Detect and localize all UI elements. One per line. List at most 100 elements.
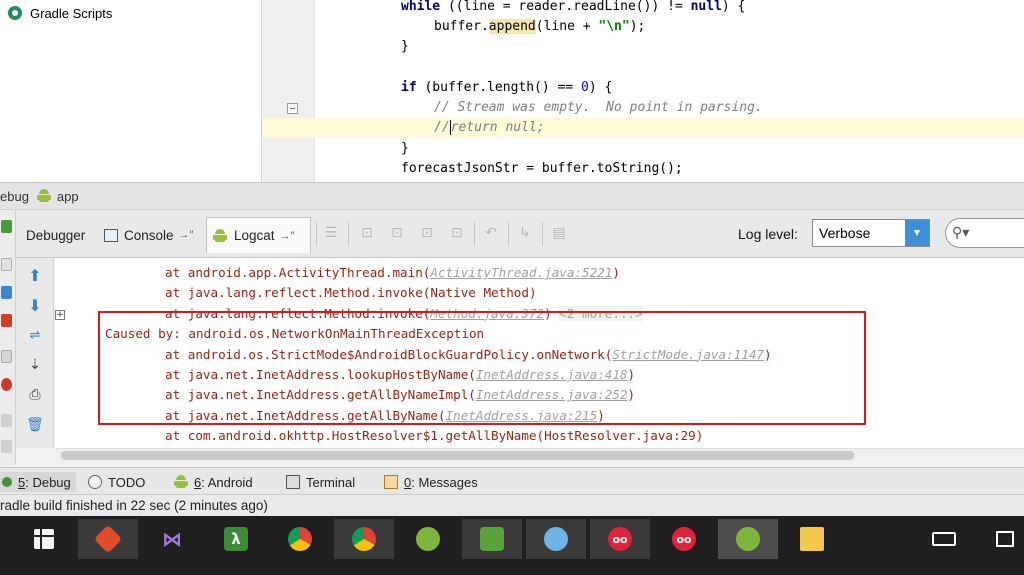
pin-icon[interactable]: →″ xyxy=(280,230,295,242)
tool-tab-android[interactable]: 6 : Android xyxy=(174,472,253,492)
soft-wrap-icon[interactable]: ⇌ xyxy=(24,324,46,346)
tool-tab-messages[interactable]: 0 : Messages xyxy=(384,472,478,492)
tab-debugger[interactable]: Debugger xyxy=(20,217,91,253)
scroll-to-end-icon[interactable]: ⇣ xyxy=(24,354,46,376)
log-text: ) xyxy=(627,367,636,382)
source-link[interactable]: Method.java:372 xyxy=(430,306,544,321)
resume-icon[interactable] xyxy=(1,220,12,233)
log-text: ) xyxy=(544,305,560,321)
tab-console[interactable]: Console →″ xyxy=(98,217,199,253)
app-grid-icon xyxy=(34,529,54,549)
drop-frame-icon[interactable]: ↶ xyxy=(482,224,500,242)
stacktrace-line[interactable]: at android.app.ActivityThread.main(Activ… xyxy=(55,263,1024,283)
tool-tab-debug-label: : Debug xyxy=(25,474,71,490)
log-text: at java.net.InetAddress.getAllByNameImpl… xyxy=(165,387,476,403)
taskbar-git[interactable] xyxy=(78,519,138,559)
debug-tabs-bar: Debugger Console →″ Logcat →″ ☰ ⊡ ⊡ ⊡ ⊡ … xyxy=(16,210,1024,258)
logcat-search-input[interactable]: ⚲▾ xyxy=(945,218,1024,248)
taskbar-start-grid[interactable] xyxy=(14,519,74,559)
stacktrace-line[interactable]: at com.android.okhttp.HostResolver$1.get… xyxy=(55,426,1024,446)
step-out-icon[interactable]: ⊡ xyxy=(448,224,466,242)
notifications-button[interactable] xyxy=(986,519,1024,559)
stacktrace-line[interactable]: at java.net.InetAddress.getAllByName(Ine… xyxy=(55,406,1024,426)
arrow-up-icon[interactable]: ⬆ xyxy=(24,264,46,286)
taskbar-lambda-app[interactable]: λ xyxy=(206,519,266,559)
show-execution-point-icon[interactable]: ☰ xyxy=(322,224,340,242)
code-line[interactable]: forecastJsonStr = buffer.toString(); xyxy=(315,159,1024,179)
logcat-output[interactable]: + at android.app.ActivityThread.main(Act… xyxy=(55,258,1024,448)
more-frames-toggle[interactable]: <2 more...> xyxy=(559,305,643,321)
taskbar-flickr-2[interactable]: oo xyxy=(654,519,714,559)
code-line[interactable] xyxy=(315,57,1024,77)
mute-breakpoints-icon[interactable] xyxy=(1,378,12,391)
taskbar-flickr-1[interactable]: oo xyxy=(590,519,650,559)
caused-by-line[interactable]: Caused by: android.os.NetworkOnMainThrea… xyxy=(55,324,1024,344)
log-text: at java.lang.reflect.Method.invoke( xyxy=(165,305,431,321)
project-item-gradle-scripts[interactable]: Gradle Scripts xyxy=(8,4,112,22)
taskbar-paint[interactable] xyxy=(526,519,586,559)
tool-tab-debug[interactable]: 5 : Debug xyxy=(0,472,76,492)
chevron-down-icon[interactable]: ▼ xyxy=(905,220,929,246)
bug-icon xyxy=(2,477,12,487)
taskbar-file-explorer[interactable] xyxy=(782,519,842,559)
log-text: at android.app.ActivityThread.main( xyxy=(165,265,431,280)
force-step-into-icon[interactable]: ⊡ xyxy=(418,224,436,242)
code-editor[interactable]: while ((line = reader.readLine()) != nul… xyxy=(263,0,1024,182)
pin-icon[interactable]: →″ xyxy=(179,229,194,241)
tool-tab-terminal[interactable]: Terminal xyxy=(286,472,355,492)
tool-tab-messages-number: 0 xyxy=(404,474,412,490)
tab-debugger-label: Debugger xyxy=(26,227,86,243)
scrollbar-thumb[interactable] xyxy=(61,451,854,460)
fold-toggle-icon[interactable] xyxy=(287,103,298,114)
evaluate-expression-icon[interactable]: ▤ xyxy=(550,224,568,242)
settings-icon[interactable] xyxy=(1,414,12,427)
toolbar-separator xyxy=(316,222,317,246)
source-link[interactable]: ActivityThread.java:5221 xyxy=(430,265,612,280)
code-token: ((line = reader.readLine()) != xyxy=(440,0,691,14)
taskbar-evernote[interactable] xyxy=(462,519,522,559)
source-link[interactable]: InetAddress.java:252 xyxy=(476,387,628,402)
status-message: radle build finished in 22 sec (2 minute… xyxy=(0,498,268,513)
stacktrace-line[interactable]: at android.os.StrictMode$AndroidBlockGua… xyxy=(55,345,1024,365)
taskbar-android-studio-active[interactable] xyxy=(718,519,778,559)
horizontal-scrollbar[interactable] xyxy=(55,448,1024,462)
run-config-name: app xyxy=(56,188,79,204)
code-line[interactable]: buffer.append(line + "\n"); xyxy=(315,17,1024,37)
log-level-dropdown[interactable]: Verbose ▼ xyxy=(812,219,930,247)
taskbar-visual-studio[interactable]: ⋈ xyxy=(142,519,202,559)
paint-icon xyxy=(544,527,568,551)
pin-icon[interactable] xyxy=(1,440,12,453)
touch-keyboard-button[interactable] xyxy=(924,519,964,559)
view-breakpoints-icon[interactable] xyxy=(1,350,12,363)
code-line[interactable]: //return null; xyxy=(263,118,1024,138)
taskbar-android-studio[interactable] xyxy=(398,519,458,559)
source-link[interactable]: StrictMode.java:1147 xyxy=(612,347,764,362)
code-line[interactable]: while ((line = reader.readLine()) != nul… xyxy=(315,0,1024,17)
run-to-cursor-icon[interactable]: ↳ xyxy=(516,224,534,242)
pause-icon[interactable] xyxy=(1,258,12,271)
source-link[interactable]: InetAddress.java:418 xyxy=(476,367,628,382)
code-line[interactable]: } xyxy=(315,37,1024,57)
stacktrace-line[interactable]: at java.net.InetAddress.getAllByNameImpl… xyxy=(55,385,1024,405)
clear-logcat-icon[interactable]: 🗑 xyxy=(24,414,46,436)
step-over-icon[interactable]: ⊡ xyxy=(358,224,376,242)
stacktrace-line[interactable]: at java.lang.reflect.Method.invoke(Nativ… xyxy=(55,283,1024,303)
tab-logcat[interactable]: Logcat →″ xyxy=(206,217,311,253)
taskbar-chrome-2[interactable] xyxy=(334,519,394,559)
code-line[interactable]: } xyxy=(315,139,1024,159)
stacktrace-line[interactable]: at java.net.InetAddress.lookupHostByName… xyxy=(55,365,1024,385)
code-token: if xyxy=(401,80,417,95)
stacktrace-line[interactable]: at java.lang.reflect.Method.invoke(Metho… xyxy=(55,304,1024,324)
code-line[interactable]: // Stream was empty. No point in parsing… xyxy=(315,98,1024,118)
source-link[interactable]: InetAddress.java:215 xyxy=(446,408,598,423)
stop-icon[interactable] xyxy=(1,314,12,327)
step-icon[interactable] xyxy=(1,286,12,299)
code-line[interactable]: if (buffer.length() == 0) { xyxy=(315,78,1024,98)
taskbar-chrome-1[interactable] xyxy=(270,519,330,559)
code-token: forecastJsonStr = buffer.toString(); xyxy=(401,161,683,176)
print-icon[interactable]: ⎙ xyxy=(24,384,46,406)
arrow-down-icon[interactable]: ⬇ xyxy=(24,294,46,316)
step-into-icon[interactable]: ⊡ xyxy=(388,224,406,242)
editor-gutter xyxy=(263,0,315,182)
tool-tab-todo[interactable]: TODO xyxy=(88,472,145,492)
